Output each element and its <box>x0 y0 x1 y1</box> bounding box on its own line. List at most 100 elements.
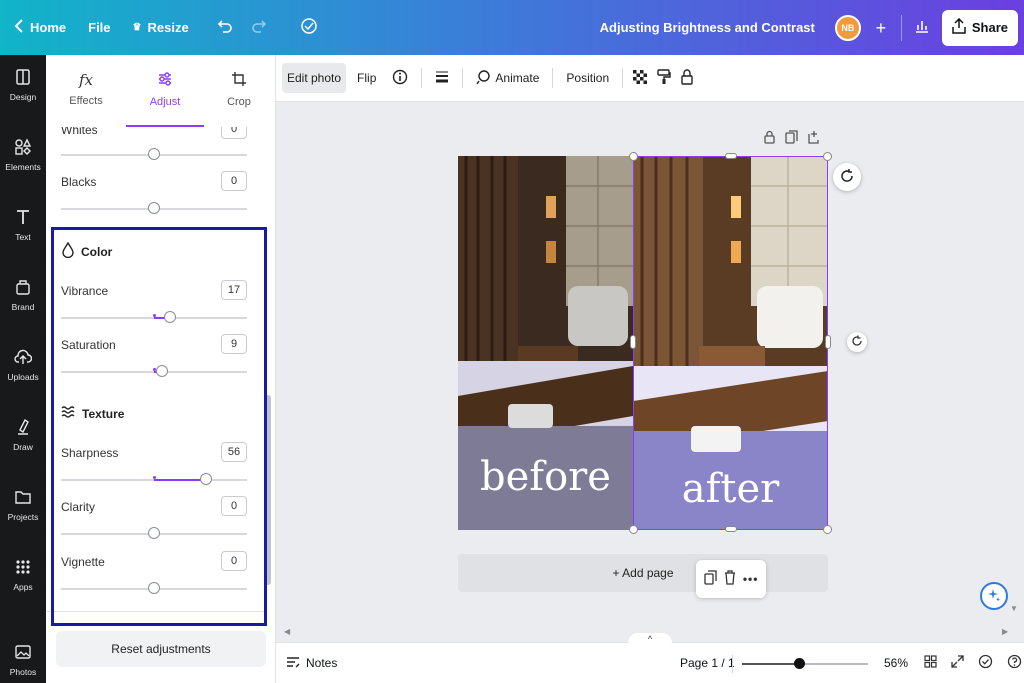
tab-label: Crop <box>227 96 251 108</box>
rail-item-draw[interactable]: Draw <box>0 405 46 465</box>
vignette-slider[interactable] <box>61 582 247 594</box>
position-button[interactable]: Position <box>561 63 614 93</box>
zoom-level[interactable]: 56% <box>884 656 908 670</box>
resize-handle[interactable] <box>629 152 638 161</box>
whites-slider[interactable] <box>61 148 247 160</box>
duplicate-icon[interactable] <box>703 570 717 588</box>
rail-item-projects[interactable]: Projects <box>0 475 46 535</box>
rail-item-brand[interactable]: Brand <box>0 265 46 325</box>
notes-button[interactable]: Notes <box>286 656 337 671</box>
blacks-slider[interactable] <box>61 202 247 214</box>
analytics-button[interactable] <box>908 14 936 42</box>
home-button[interactable]: Home <box>14 19 66 36</box>
resize-handle[interactable] <box>823 152 832 161</box>
lock-button[interactable] <box>679 63 695 93</box>
border-style-button[interactable] <box>430 63 454 93</box>
rail-item-apps[interactable]: Apps <box>0 545 46 605</box>
zoom-knob[interactable] <box>793 658 805 669</box>
collapse-pages-button[interactable]: ^ <box>628 633 672 645</box>
rail-item-design[interactable]: Design <box>0 55 46 115</box>
photo-icon <box>14 643 32 663</box>
vibrance-slider[interactable] <box>61 311 247 323</box>
slider-knob[interactable] <box>156 365 169 377</box>
scroll-right-arrow[interactable]: ▶ <box>1002 627 1008 636</box>
add-page-button[interactable]: + Add page <box>458 554 828 592</box>
transparency-button[interactable] <box>631 63 649 93</box>
scroll-down-arrow[interactable]: ▼ <box>1010 604 1018 613</box>
redo-icon <box>251 18 267 37</box>
blacks-value-input[interactable]: 0 <box>221 171 247 191</box>
paint-roller-icon <box>657 68 671 88</box>
crown-icon: ♛ <box>132 22 142 33</box>
slider-knob[interactable] <box>148 202 160 214</box>
animate-icon <box>476 69 491 88</box>
regenerate-button[interactable] <box>833 163 861 191</box>
slider-knob[interactable] <box>148 582 160 594</box>
before-photo[interactable]: before <box>458 156 633 530</box>
undo-button[interactable] <box>211 14 239 42</box>
resize-handle[interactable] <box>629 525 638 534</box>
edit-photo-button[interactable]: Edit photo <box>282 63 347 93</box>
document-title[interactable]: Adjusting Brightness and Contrast <box>600 20 815 35</box>
avatar[interactable]: NB <box>834 14 861 41</box>
copy-style-button[interactable] <box>655 63 673 93</box>
trash-icon[interactable] <box>724 570 736 588</box>
slider-knob[interactable] <box>148 527 160 539</box>
reset-adjustments-button[interactable]: Reset adjustments <box>56 631 266 667</box>
more-icon[interactable]: ••• <box>743 572 759 586</box>
shapes-icon <box>14 138 32 158</box>
saturation-slider[interactable] <box>61 365 247 377</box>
zoom-fill <box>742 663 799 665</box>
tab-crop[interactable]: Crop <box>209 71 269 108</box>
magic-assistant-button[interactable] <box>980 582 1008 610</box>
clarity-slider[interactable] <box>61 527 247 539</box>
sharpness-slider[interactable] <box>61 473 247 485</box>
save-status-button[interactable] <box>295 14 323 42</box>
lock-page-icon[interactable] <box>764 130 775 147</box>
animate-button[interactable]: Animate <box>471 63 544 93</box>
scrollbar-thumb[interactable] <box>265 395 271 585</box>
clarity-value-input[interactable]: 0 <box>221 496 247 516</box>
fullscreen-icon[interactable] <box>951 655 964 671</box>
zoom-slider[interactable] <box>742 658 868 669</box>
grid-view-icon[interactable] <box>924 655 937 671</box>
resize-handle[interactable] <box>823 525 832 534</box>
check-circle-icon[interactable] <box>978 654 993 672</box>
help-icon[interactable] <box>1007 654 1022 672</box>
adjust-scroll-area[interactable]: Whites 0 Blacks 0 Color Vibrance 17 Satu… <box>46 127 266 667</box>
vibrance-value-input[interactable]: 17 <box>221 280 247 300</box>
flip-button[interactable]: Flip <box>352 63 381 93</box>
add-page-icon[interactable] <box>808 130 821 147</box>
saturation-value-input[interactable]: 9 <box>221 334 247 354</box>
resize-handle[interactable] <box>725 153 737 159</box>
page-indicator[interactable]: Page 1 / 1 <box>680 656 735 670</box>
file-menu-button[interactable]: File <box>88 20 110 35</box>
rail-item-elements[interactable]: Elements <box>0 125 46 185</box>
slider-knob[interactable] <box>200 473 213 485</box>
animate-label: Animate <box>495 71 540 85</box>
resize-handle[interactable] <box>825 335 831 349</box>
duplicate-page-icon[interactable] <box>785 130 798 147</box>
share-button[interactable]: Share <box>941 9 1018 46</box>
slider-knob[interactable] <box>148 148 160 160</box>
resize-handle[interactable] <box>630 335 636 349</box>
scroll-left-arrow[interactable]: ◀ <box>284 627 290 636</box>
rotate-button[interactable] <box>847 332 867 352</box>
tab-adjust[interactable]: Adjust <box>135 71 195 108</box>
tab-effects[interactable]: fx Effects <box>56 71 116 107</box>
panel-scrollbar[interactable] <box>265 127 271 667</box>
resize-button[interactable]: ♛ Resize <box>133 20 189 35</box>
vignette-value-input[interactable]: 0 <box>221 551 247 571</box>
rail-item-photos[interactable]: Photos <box>0 630 46 683</box>
rail-item-text[interactable]: Text <box>0 195 46 255</box>
slider-knob[interactable] <box>163 311 176 323</box>
redo-button[interactable] <box>245 14 273 42</box>
rail-item-uploads[interactable]: Uploads <box>0 335 46 395</box>
fx-icon: fx <box>78 71 93 89</box>
sharpness-value-input[interactable]: 56 <box>221 442 247 462</box>
resize-handle[interactable] <box>725 526 737 532</box>
whites-value-input[interactable]: 0 <box>221 127 247 139</box>
add-collaborator-button[interactable]: + <box>867 14 895 42</box>
info-button[interactable] <box>387 63 413 93</box>
after-photo[interactable]: after <box>633 156 828 530</box>
